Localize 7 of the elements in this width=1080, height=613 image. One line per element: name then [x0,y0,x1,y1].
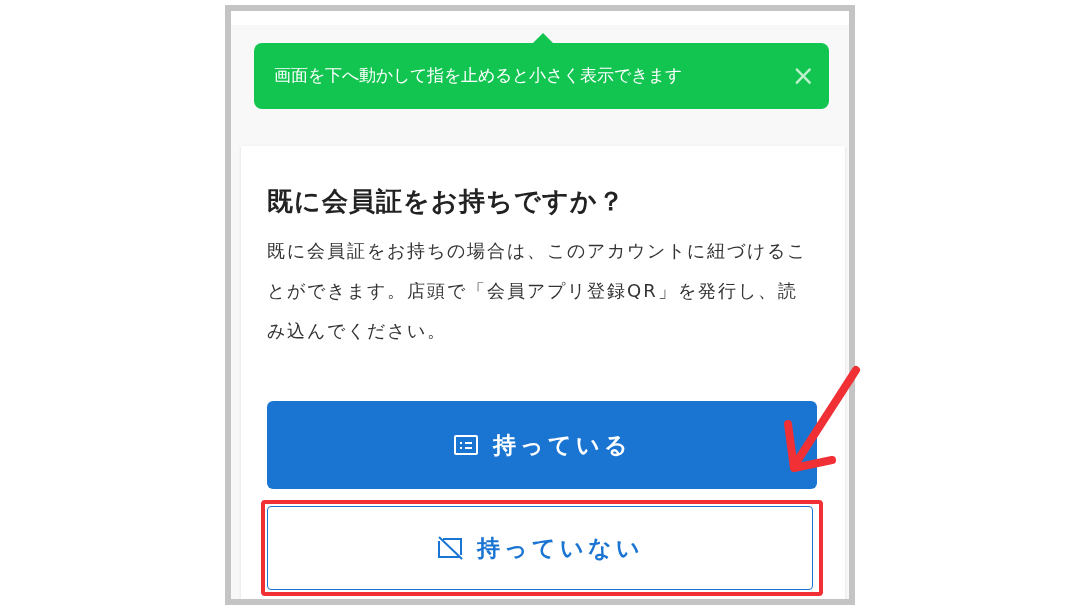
card-icon [452,434,479,456]
primary-button[interactable]: 持っている [267,401,817,489]
tooltip-text: 画面を下へ動かして指を止めると小さく表示できます [274,64,682,88]
outline-button[interactable]: 持っていない [267,506,813,590]
card-title: 既に会員証をお持ちですか？ [267,185,626,218]
crossed-card-icon [436,536,463,560]
card-description: 既に会員証をお持ちの場合は、このアカウントに紐づけることができます。店頭で「会員アプリ登録QR」を発行し、読み込んでください。 [267,239,808,343]
